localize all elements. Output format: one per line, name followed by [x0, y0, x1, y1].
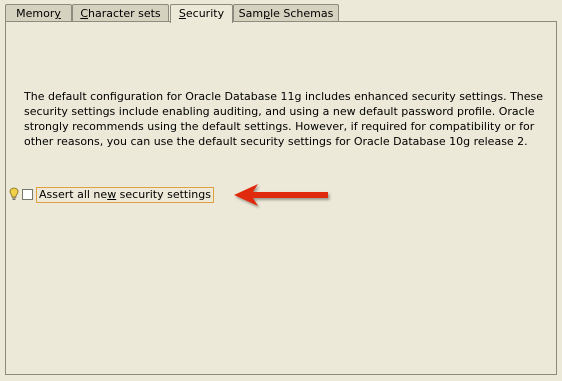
tab-sample-schemas[interactable]: Sample Schemas	[233, 4, 339, 21]
tab-character-sets-label: Character sets	[80, 7, 161, 20]
description-line: security settings include enabling audit…	[24, 105, 535, 118]
tab-memory-label: Memory	[16, 7, 61, 20]
description-line: strongly recommends using the default se…	[24, 120, 535, 133]
tab-character-sets[interactable]: Character sets	[72, 4, 169, 21]
description-line: other reasons, you can use the default s…	[24, 135, 528, 148]
tab-bar: Memory Character sets Security Sample Sc…	[0, 4, 562, 23]
assert-security-option[interactable]: Assert all new security settings	[22, 186, 214, 203]
tab-security[interactable]: Security	[170, 4, 233, 23]
left-arrow-icon	[234, 184, 328, 206]
security-description: The default configuration for Oracle Dat…	[24, 89, 544, 149]
tab-security-label: Security	[178, 7, 225, 20]
tab-memory[interactable]: Memory	[5, 4, 72, 21]
assert-security-checkbox[interactable]	[22, 189, 33, 200]
lightbulb-icon	[9, 187, 19, 200]
assert-security-label[interactable]: Assert all new security settings	[36, 186, 214, 203]
tab-sample-schemas-label: Sample Schemas	[238, 7, 334, 20]
description-line: The default configuration for Oracle Dat…	[24, 90, 544, 103]
